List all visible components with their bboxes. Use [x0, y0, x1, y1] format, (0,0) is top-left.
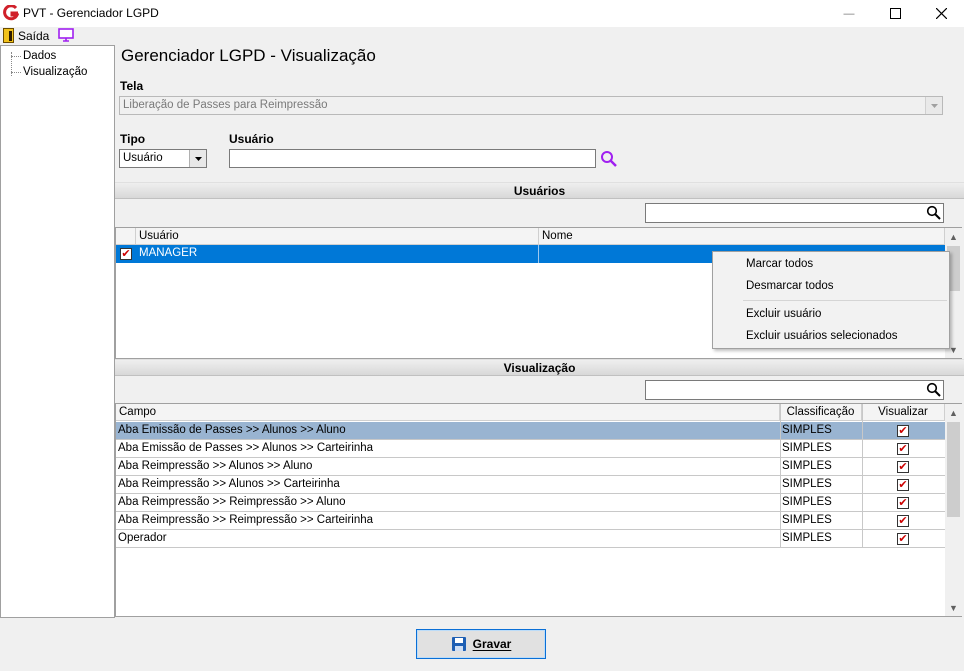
visualizar-checkbox[interactable]: ✔ [897, 479, 909, 491]
visualizar-checkbox[interactable]: ✔ [897, 443, 909, 455]
classificacao-cell: SIMPLES [782, 496, 832, 508]
grid-header-nome[interactable]: Nome [539, 228, 945, 245]
table-row[interactable]: Aba Reimpressão >> Alunos >> Carteirinha… [116, 476, 945, 494]
tree-item-visualizacao[interactable]: Visualização [23, 66, 87, 78]
column-divider [538, 245, 539, 263]
tela-dropdown-button [925, 97, 942, 114]
menu-item-excluir-selecionados[interactable]: Excluir usuários selecionados [746, 330, 898, 342]
context-menu: Marcar todos Desmarcar todos Excluir usu… [712, 251, 950, 349]
table-row[interactable]: Aba Reimpressão >> Alunos >> Aluno SIMPL… [116, 458, 945, 476]
column-divider [780, 404, 781, 548]
usuario-label: Usuário [229, 132, 274, 146]
usuario-input[interactable] [229, 149, 596, 168]
exit-door-icon[interactable] [3, 28, 14, 43]
tipo-select-value[interactable]: Usuário [123, 152, 163, 164]
table-row[interactable]: Aba Emissão de Passes >> Alunos >> Aluno… [116, 422, 945, 440]
scroll-thumb[interactable] [947, 422, 960, 517]
campo-cell: Aba Reimpressão >> Reimpressão >> Cartei… [118, 514, 374, 526]
visualizacao-grid[interactable]: Campo Classificação Visualizar Aba Emiss… [115, 403, 962, 617]
visualizar-checkbox[interactable]: ✔ [897, 515, 909, 527]
visualizar-checkbox[interactable]: ✔ [897, 497, 909, 509]
grid-header-usuario[interactable]: Usuário [136, 228, 539, 245]
tipo-label: Tipo [120, 132, 146, 146]
classificacao-cell: SIMPLES [782, 424, 832, 436]
visualizar-checkbox[interactable]: ✔ [897, 461, 909, 473]
minimize-icon: — [843, 7, 855, 20]
menu-item-marcar-todos[interactable]: Marcar todos [746, 258, 813, 270]
floppy-disk-icon [451, 637, 466, 651]
grid-header-campo[interactable]: Campo [116, 404, 780, 421]
tela-select-value: Liberação de Passes para Reimpressão [123, 99, 328, 111]
maximize-button[interactable] [872, 0, 918, 27]
tree-item-dados[interactable]: Dados [23, 50, 56, 62]
menu-item-desmarcar-todos[interactable]: Desmarcar todos [746, 280, 834, 292]
classificacao-cell: SIMPLES [782, 532, 832, 544]
tipo-dropdown-button[interactable] [189, 150, 206, 167]
campo-cell: Aba Reimpressão >> Alunos >> Carteirinha [118, 478, 340, 490]
menu-separator [743, 300, 947, 301]
usuarios-filter-input[interactable] [645, 203, 944, 223]
maximize-icon [889, 8, 901, 19]
row-checkbox[interactable]: ✔ [120, 248, 132, 260]
close-button[interactable] [918, 0, 964, 27]
visualizar-checkbox[interactable]: ✔ [897, 425, 909, 437]
chevron-down-icon [194, 156, 202, 161]
minimize-button[interactable]: — [826, 0, 872, 27]
search-icon[interactable] [600, 150, 618, 168]
visualizacao-scrollbar[interactable]: ▲ ▼ [945, 404, 962, 616]
navigation-tree [0, 45, 115, 618]
app-logo-icon [3, 5, 19, 21]
grid-header-check [116, 228, 136, 245]
tela-label: Tela [120, 79, 144, 93]
grid-header-classificacao[interactable]: Classificação [780, 404, 862, 421]
search-icon[interactable] [926, 205, 942, 221]
table-row[interactable]: Aba Reimpressão >> Reimpressão >> Cartei… [116, 512, 945, 530]
table-row[interactable]: Aba Reimpressão >> Reimpressão >> Aluno … [116, 494, 945, 512]
scroll-up-icon[interactable]: ▲ [945, 404, 962, 421]
scroll-up-icon[interactable]: ▲ [945, 228, 962, 245]
classificacao-cell: SIMPLES [782, 478, 832, 490]
campo-cell: Aba Emissão de Passes >> Alunos >> Carte… [118, 442, 374, 454]
tree-connector [11, 72, 21, 73]
menu-item-excluir-usuario[interactable]: Excluir usuário [746, 308, 821, 320]
campo-cell: Aba Reimpressão >> Alunos >> Aluno [118, 460, 313, 472]
table-row[interactable]: Operador SIMPLES ✔ [116, 530, 945, 548]
monitor-icon[interactable] [58, 28, 74, 42]
save-button[interactable]: Gravar [416, 629, 546, 659]
exit-button[interactable]: Saída [18, 29, 49, 43]
page-title: Gerenciador LGPD - Visualização [121, 46, 376, 65]
search-icon[interactable] [926, 382, 942, 398]
campo-cell: Operador [118, 532, 167, 544]
classificacao-cell: SIMPLES [782, 514, 832, 526]
campo-cell: Aba Emissão de Passes >> Alunos >> Aluno [118, 424, 346, 436]
usuarios-section-header: Usuários [115, 182, 964, 199]
chevron-down-icon [930, 103, 938, 108]
table-row[interactable]: Aba Emissão de Passes >> Alunos >> Carte… [116, 440, 945, 458]
classificacao-cell: SIMPLES [782, 442, 832, 454]
visualizacao-section-header: Visualização [115, 359, 964, 376]
close-icon [935, 8, 947, 19]
grid-header-visualizar[interactable]: Visualizar [862, 404, 945, 421]
tree-connector [11, 56, 21, 57]
toolbar [0, 27, 964, 45]
column-divider [862, 404, 863, 548]
window-title: PVT - Gerenciador LGPD [23, 6, 159, 20]
visualizacao-filter-input[interactable] [645, 380, 944, 400]
campo-cell: Aba Reimpressão >> Reimpressão >> Aluno [118, 496, 346, 508]
classificacao-cell: SIMPLES [782, 460, 832, 472]
save-button-label: Gravar [472, 637, 512, 651]
visualizar-checkbox[interactable]: ✔ [897, 533, 909, 545]
scroll-down-icon[interactable]: ▼ [945, 599, 962, 616]
usuario-cell: MANAGER [139, 247, 198, 259]
